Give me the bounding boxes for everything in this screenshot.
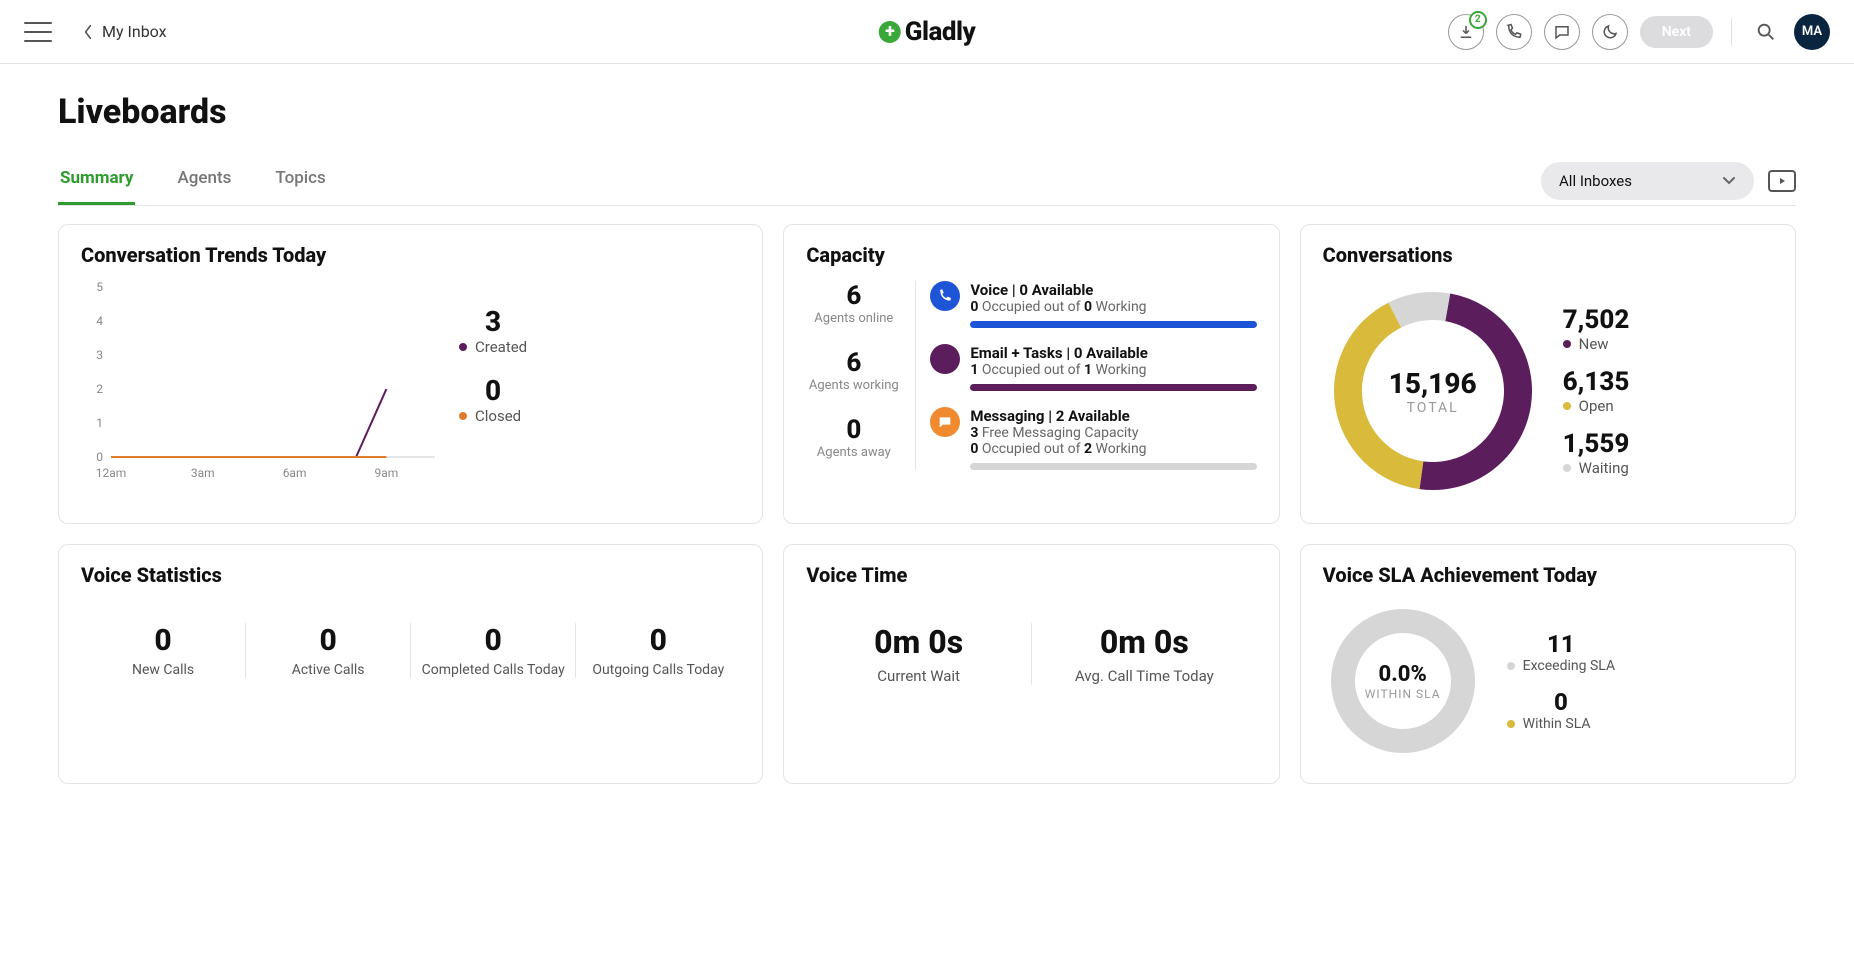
agents-online-value: 6 bbox=[806, 281, 901, 311]
agents-away-label: Agents away bbox=[806, 445, 901, 460]
capacity-email-bar bbox=[970, 384, 1256, 391]
tabs: Summary Agents Topics bbox=[58, 156, 328, 205]
search-icon bbox=[1755, 21, 1777, 43]
dot-icon bbox=[459, 412, 467, 420]
svg-text:2: 2 bbox=[96, 382, 103, 396]
inbox-icon bbox=[930, 344, 960, 374]
voice-stat: 0New Calls bbox=[81, 623, 245, 678]
capacity-voice-title: Voice | 0 Available bbox=[970, 281, 1256, 299]
voice-stat: 0Active Calls bbox=[245, 623, 410, 678]
voice-stat: 0Outgoing Calls Today bbox=[575, 623, 740, 678]
capacity-msg-sub: 0 Occupied out of 2 Working bbox=[970, 441, 1256, 457]
logo-text: Gladly bbox=[905, 17, 976, 47]
back-label: My Inbox bbox=[102, 22, 167, 41]
card-title: Voice Time bbox=[806, 563, 1256, 587]
page-title: Liveboards bbox=[58, 92, 1796, 132]
svg-text:6am: 6am bbox=[283, 466, 307, 480]
moon-icon bbox=[1601, 23, 1619, 41]
svg-text:3: 3 bbox=[96, 348, 103, 362]
plus-icon: + bbox=[879, 21, 901, 43]
brand-logo: + Gladly bbox=[879, 17, 976, 47]
svg-text:5: 5 bbox=[96, 281, 103, 294]
svg-text:1: 1 bbox=[96, 416, 103, 430]
capacity-email-sub: 1 Occupied out of 1 Working bbox=[970, 362, 1256, 378]
search-button[interactable] bbox=[1750, 16, 1782, 48]
capacity-msg-bar bbox=[970, 463, 1256, 470]
svg-text:0: 0 bbox=[96, 450, 103, 464]
agents-online-label: Agents online bbox=[806, 311, 901, 326]
agents-working-value: 6 bbox=[806, 348, 901, 378]
svg-text:9am: 9am bbox=[375, 466, 399, 480]
card-voice-statistics: Voice Statistics 0New Calls0Active Calls… bbox=[58, 544, 763, 784]
phone-icon bbox=[1505, 23, 1523, 41]
top-bar: My Inbox + Gladly 2 Next MA bbox=[0, 0, 1854, 64]
card-voice-sla: Voice SLA Achievement Today 0.0% WITHIN … bbox=[1300, 544, 1796, 784]
capacity-msg-title: Messaging | 2 Available bbox=[970, 407, 1256, 425]
capacity-voice-sub: 0 Occupied out of 0 Working bbox=[970, 299, 1256, 315]
capacity-row-email: Email + Tasks | 0 Available 1 Occupied o… bbox=[930, 344, 1256, 391]
next-button[interactable]: Next bbox=[1640, 16, 1713, 48]
capacity-email-title: Email + Tasks | 0 Available bbox=[970, 344, 1256, 362]
chevron-down-icon bbox=[1722, 176, 1736, 186]
card-title: Conversation Trends Today bbox=[81, 243, 740, 267]
capacity-row-voice: Voice | 0 Available 0 Occupied out of 0 … bbox=[930, 281, 1256, 328]
conversations-total-value: 15,196 bbox=[1389, 367, 1477, 400]
tab-summary[interactable]: Summary bbox=[58, 156, 135, 205]
card-conversation-trends: Conversation Trends Today 5 4 3 2 1 0 12am 3am 6… bbox=[58, 224, 763, 524]
conversations-legend-item: 6,135Open bbox=[1563, 367, 1630, 415]
dot-icon bbox=[459, 343, 467, 351]
divider bbox=[1731, 18, 1732, 46]
download-button[interactable]: 2 bbox=[1448, 14, 1484, 50]
sla-legend-item: 11Exceeding SLA bbox=[1507, 630, 1615, 674]
card-title: Voice Statistics bbox=[81, 563, 740, 587]
chat-icon bbox=[1553, 23, 1571, 41]
card-conversations: Conversations 15,196 TOTAL 7,502New 6,135… bbox=[1300, 224, 1796, 524]
agents-working-label: Agents working bbox=[806, 378, 901, 393]
inbox-filter-dropdown[interactable]: All Inboxes bbox=[1541, 162, 1754, 200]
card-voice-time: Voice Time 0m 0sCurrent Wait0m 0sAvg. Ca… bbox=[783, 544, 1279, 784]
card-title: Capacity bbox=[806, 243, 1256, 267]
conversations-legend-item: 1,559Waiting bbox=[1563, 429, 1630, 477]
voice-stat: 0Completed Calls Today bbox=[410, 623, 575, 678]
svg-text:12am: 12am bbox=[96, 466, 127, 480]
tab-row: Summary Agents Topics All Inboxes bbox=[58, 156, 1796, 206]
tab-topics[interactable]: Topics bbox=[273, 156, 327, 205]
trends-line-chart: 5 4 3 2 1 0 12am 3am 6am 9am bbox=[81, 281, 441, 481]
back-to-inbox[interactable]: My Inbox bbox=[82, 22, 167, 41]
card-title: Conversations bbox=[1323, 243, 1773, 267]
message-icon bbox=[930, 407, 960, 437]
menu-button[interactable] bbox=[24, 22, 52, 42]
trends-closed-label: Closed bbox=[475, 407, 521, 425]
card-capacity: Capacity 6Agents online 6Agents working … bbox=[783, 224, 1279, 524]
phone-button[interactable] bbox=[1496, 14, 1532, 50]
capacity-voice-bar bbox=[970, 321, 1256, 328]
trends-created-value: 3 bbox=[459, 305, 527, 338]
sla-center-value: 0.0% bbox=[1379, 662, 1427, 687]
agents-away-value: 0 bbox=[806, 415, 901, 445]
chevron-left-icon bbox=[82, 24, 94, 40]
svg-text:4: 4 bbox=[96, 314, 103, 328]
voice-time-col: 0m 0sAvg. Call Time Today bbox=[1031, 623, 1257, 685]
voice-time-col: 0m 0sCurrent Wait bbox=[806, 623, 1031, 685]
avatar[interactable]: MA bbox=[1794, 14, 1830, 50]
download-badge: 2 bbox=[1469, 11, 1487, 29]
trends-created-label: Created bbox=[475, 338, 527, 356]
card-title: Voice SLA Achievement Today bbox=[1323, 563, 1773, 587]
capacity-row-messaging: Messaging | 2 Available 3 Free Messaging… bbox=[930, 407, 1256, 470]
phone-icon bbox=[930, 281, 960, 311]
conversations-legend-item: 7,502New bbox=[1563, 305, 1630, 353]
inbox-filter-value: All Inboxes bbox=[1559, 172, 1632, 190]
sla-legend-item: 0Within SLA bbox=[1507, 688, 1615, 732]
chat-button[interactable] bbox=[1544, 14, 1580, 50]
sla-center-label: WITHIN SLA bbox=[1365, 687, 1441, 701]
svg-text:3am: 3am bbox=[191, 466, 215, 480]
theme-button[interactable] bbox=[1592, 14, 1628, 50]
conversations-total-label: TOTAL bbox=[1407, 400, 1459, 416]
presentation-mode-button[interactable] bbox=[1768, 170, 1796, 192]
top-actions: 2 Next MA bbox=[1448, 14, 1830, 50]
capacity-msg-line1: 3 Free Messaging Capacity bbox=[970, 425, 1256, 441]
trends-closed-value: 0 bbox=[459, 374, 527, 407]
tab-agents[interactable]: Agents bbox=[175, 156, 233, 205]
